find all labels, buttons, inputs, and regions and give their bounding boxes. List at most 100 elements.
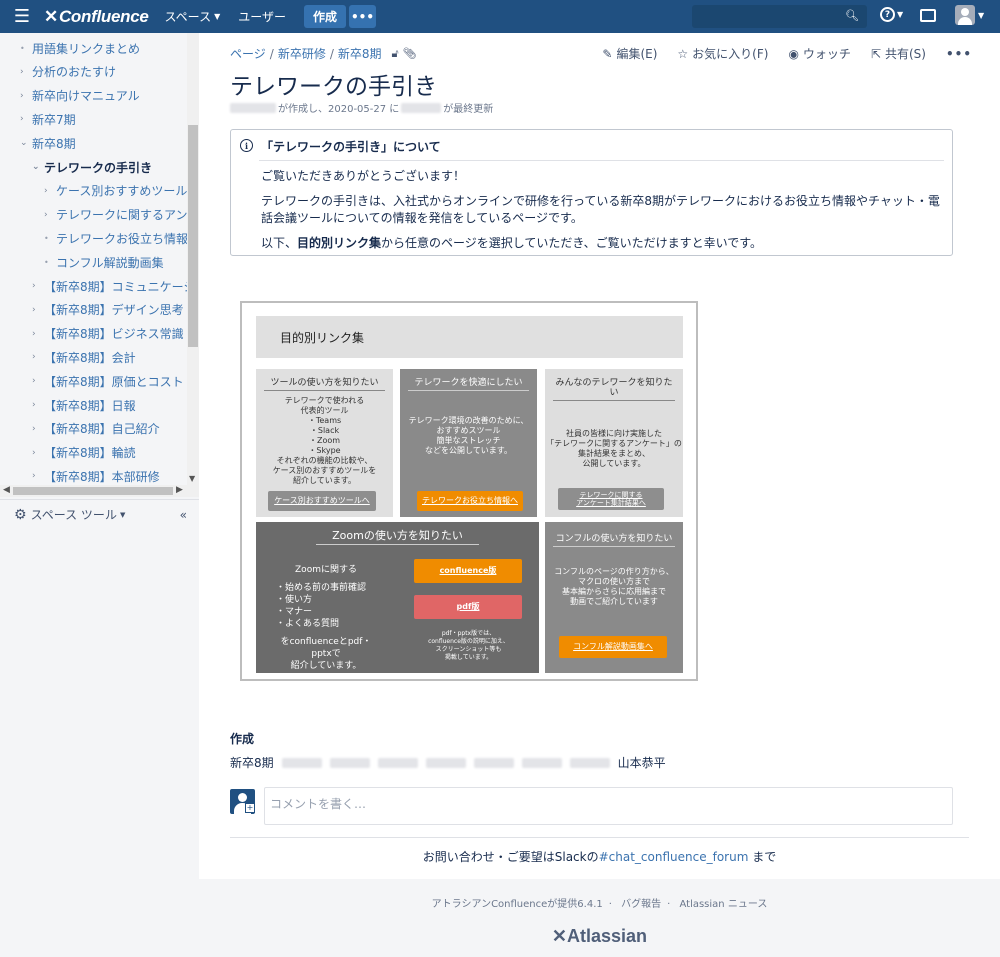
confluence-logo[interactable]: ✕Confluence — [44, 7, 149, 27]
chevron-down-icon[interactable]: ⌄ — [32, 162, 44, 172]
confluence-video-button[interactable]: コンフル解説動画集へ — [559, 636, 667, 658]
comment-input[interactable]: コメントを書く… — [264, 787, 953, 825]
scrollbar-thumb[interactable] — [188, 125, 198, 347]
sidebar-tree-item[interactable]: • コンフル解説動画集 — [44, 250, 164, 274]
attachment-icon[interactable]: 📎︎ — [403, 47, 417, 60]
sidebar-item-label: 【新卒8期】原価とコスト — [44, 374, 184, 389]
chevron-right-icon[interactable]: › — [32, 329, 44, 339]
sidebar-tree-item[interactable]: › 分析のおたすけ — [20, 60, 116, 84]
scroll-right-icon[interactable]: ▶ — [176, 485, 183, 495]
sidebar-tree-item[interactable]: • テレワークお役立ち情報 — [44, 226, 188, 250]
sidebar-tree-item[interactable]: › 【新卒8期】日報 — [32, 393, 136, 417]
sidebar-tree-item[interactable]: › テレワークに関するアンケ — [44, 203, 199, 227]
zoom-usage-card: Zoomの使い方を知りたい Zoomに関する ・始める前の事前確認 ・使い方 ・マナ… — [256, 522, 539, 673]
sidebar-tree-item[interactable]: • 用語集リンクまとめ — [20, 36, 140, 60]
survey-results-button[interactable]: テレワークに関する アンケート集計結果へ — [558, 488, 664, 510]
sidebar-tree-item[interactable]: › 【新卒8期】ビジネス常識 — [32, 322, 184, 346]
favorite-button[interactable]: ☆ お気に入り(F) — [677, 45, 768, 62]
sidebar-tree-item[interactable]: › 新卒7期 — [20, 107, 76, 131]
sidebar-tree-item[interactable]: › 新卒向けマニュアル — [20, 84, 140, 108]
confluence-version-button[interactable]: confluence版 — [414, 559, 522, 583]
spaces-menu[interactable]: スペース ▼ — [165, 8, 221, 25]
powered-by-link[interactable]: アトラシアンConfluenceが提供6.4.1 — [432, 899, 603, 910]
breadcrumb-item[interactable]: 新卒8期 — [338, 45, 382, 62]
scroll-down-icon[interactable]: ▼ — [189, 474, 195, 483]
authors-list: 新卒8期 山本恭平 — [230, 754, 666, 771]
sidebar-tree-item[interactable]: › 【新卒8期】輪読 — [32, 441, 136, 465]
breadcrumb-item[interactable]: 新卒研修 — [278, 45, 326, 62]
telework-tips-button[interactable]: テレワークお役立ち情報へ — [417, 491, 523, 511]
chevron-right-icon[interactable]: › — [44, 186, 56, 196]
create-more-button[interactable]: ••• — [349, 5, 377, 28]
info-panel: i 「テレワークの手引き」について ご覧いただきありがとうございます！ テレワー… — [230, 129, 953, 256]
sidebar-tree-item[interactable]: ⌄ テレワークの手引き — [32, 155, 152, 179]
collapse-sidebar-icon[interactable]: « — [180, 508, 187, 522]
atlassian-logo[interactable]: ✕Atlassian — [199, 926, 1000, 947]
tool-recommend-button[interactable]: ケース別おすすめツールへ — [268, 491, 376, 511]
unlock-icon[interactable]: 🔓︎ — [392, 47, 399, 61]
share-button[interactable]: ⇱ 共有(S) — [871, 45, 926, 62]
sidebar-tree-item[interactable]: › 【新卒8期】会計 — [32, 345, 136, 369]
chevron-right-icon[interactable]: › — [32, 424, 44, 434]
chevron-right-icon[interactable]: › — [32, 471, 44, 481]
sidebar-item-label: テレワークの手引き — [44, 160, 153, 175]
chevron-right-icon[interactable]: › — [32, 305, 44, 315]
chevron-right-icon[interactable]: › — [32, 448, 44, 458]
help-menu[interactable]: ? ▼ — [880, 7, 903, 22]
create-button[interactable]: 作成 — [304, 5, 347, 28]
sidebar-tree-item[interactable]: ⌄ 新卒8期 — [20, 131, 76, 155]
chevron-right-icon[interactable]: › — [32, 281, 44, 291]
breadcrumb-separator: / — [329, 46, 334, 61]
info-paragraph: ご覧いただきありがとうございます！ — [261, 169, 466, 183]
page-tree: • 用語集リンクまとめ › 分析のおたすけ › 新卒向けマニュアル › 新卒7期 ⌄ 新卒8期 ⌄ テ… — [0, 33, 199, 485]
sidebar-tree-item[interactable]: › ケース別おすすめツール — [44, 179, 187, 203]
bug-report-link[interactable]: バグ報告 — [621, 899, 661, 910]
watch-button[interactable]: ◉ ウォッチ — [788, 45, 851, 62]
bullet-icon: • — [20, 43, 25, 53]
info-icon: i — [240, 139, 253, 152]
chevron-right-icon[interactable]: › — [20, 114, 32, 124]
card-text-line: 代表的ツール — [300, 406, 349, 415]
chevron-right-icon[interactable]: › — [32, 400, 44, 410]
sidebar-tree-item[interactable]: › 【新卒8期】本部研修 — [32, 464, 160, 485]
card-text-line: などを公開しています。 — [425, 446, 512, 455]
card-title: テレワークを快適にしたい — [408, 378, 529, 391]
sidebar-item-label: コンフル解説動画集 — [56, 255, 164, 270]
search-input[interactable]: 🔍︎ — [692, 5, 867, 28]
redacted-editor — [401, 102, 442, 113]
link-collection-image: 目的別リンク集 ツールの使い方を知りたい テレワークで使われる 代表的ツール ・Te… — [240, 301, 698, 681]
sidebar-tree-item[interactable]: › 【新卒8期】原価とコスト — [32, 369, 184, 393]
sidebar: • 用語集リンクまとめ › 分析のおたすけ › 新卒向けマニュアル › 新卒7期 ⌄ 新卒8期 ⌄ テ… — [0, 33, 199, 957]
atlassian-news-link[interactable]: Atlassian ニュース — [679, 899, 767, 910]
space-tools-label: スペース ツール — [30, 508, 117, 522]
breadcrumb-item[interactable]: ページ — [230, 45, 266, 62]
chevron-right-icon[interactable]: › — [20, 67, 32, 77]
more-actions-icon[interactable]: ••• — [946, 47, 972, 61]
space-tools-menu[interactable]: ⚙ スペース ツール ▼ « — [0, 499, 199, 529]
horizontal-scrollbar[interactable]: ◀ ▶ — [0, 485, 199, 497]
users-link[interactable]: ユーザー — [238, 8, 286, 25]
chevron-right-icon[interactable]: › — [32, 376, 44, 386]
sidebar-tree-item[interactable]: › 【新卒8期】デザイン思考 — [32, 298, 184, 322]
telework-comfort-card: テレワークを快適にしたい テレワーク環境の改善のために、 おすすめスツール 簡単なス… — [400, 369, 537, 517]
scroll-left-icon[interactable]: ◀ — [3, 485, 10, 495]
chevron-right-icon[interactable]: › — [44, 210, 56, 220]
sidebar-tree-item[interactable]: › 【新卒8期】自己紹介 — [32, 417, 160, 441]
sidebar-tree-item[interactable]: › 【新卒8期】コミュニケーシ — [32, 274, 195, 298]
edit-button[interactable]: ✎ 編集(E) — [602, 45, 657, 62]
chevron-right-icon[interactable]: › — [32, 352, 44, 362]
slack-channel-link[interactable]: #chat_confluence_forum — [599, 850, 749, 864]
pdf-version-button[interactable]: pdf版 — [414, 595, 522, 619]
card-text-line: ・Slack — [309, 426, 340, 435]
sidebar-item-label: 【新卒8期】コミュニケーシ — [44, 279, 196, 294]
top-navigation-bar: ☰ ✕Confluence スペース ▼ ユーザー 作成 ••• 🔍︎ ? ▼ ▼ — [0, 0, 1000, 33]
card-text-line: ケース別のおすすめツールを — [272, 466, 377, 475]
chevron-down-icon[interactable]: ⌄ — [20, 138, 32, 148]
scrollbar-thumb[interactable] — [13, 487, 173, 495]
notifications-icon[interactable] — [920, 9, 936, 22]
card-text-line: 紹介しています。 — [293, 476, 356, 485]
vertical-scrollbar[interactable]: ▼ — [187, 33, 199, 485]
user-menu[interactable]: ▼ — [955, 5, 984, 25]
chevron-right-icon[interactable]: › — [20, 91, 32, 101]
menu-icon[interactable]: ☰ — [0, 0, 44, 33]
